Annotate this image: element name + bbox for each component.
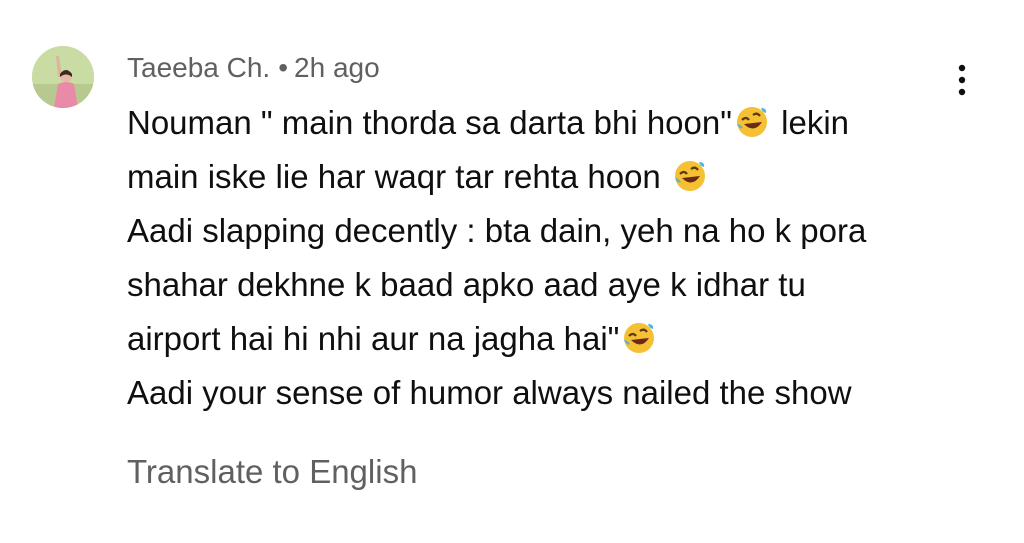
translate-button[interactable]: Translate to English <box>127 450 417 494</box>
rolling-on-the-floor-laughing-emoji <box>624 323 655 353</box>
avatar[interactable] <box>32 46 94 108</box>
comment-text: Nouman " main thorda sa darta bhi hoon" … <box>127 96 987 420</box>
comment-line-5a: airport hai hi nhi aur na jagha hai" <box>127 320 620 357</box>
comment-line-2: main iske lie har waqr tar rehta hoon <box>127 150 987 204</box>
comment-line-4: shahar dekhne k baad apko aad aye k idha… <box>127 266 806 303</box>
more-vertical-icon <box>958 64 966 96</box>
comment-line-1b: lekin <box>771 104 850 141</box>
meta-separator: • <box>278 52 289 83</box>
comment-thread: Taeeba Ch. • 2h ago Nouman " main thorda s… <box>0 0 1024 543</box>
comment-line-3: Aadi slapping decently : bta dain, yeh n… <box>127 212 867 249</box>
comment-line-1a: Nouman " main thorda sa darta bhi hoon" <box>127 104 732 141</box>
comment-line-1: Nouman " main thorda sa darta bhi hoon" … <box>127 96 987 150</box>
comment-meta: Taeeba Ch. • 2h ago <box>127 50 380 86</box>
rolling-on-the-floor-laughing-emoji <box>736 107 767 137</box>
author-name[interactable]: Taeeba Ch. <box>127 52 270 83</box>
comment-line-2a: main iske lie har waqr tar rehta hoon <box>127 158 670 195</box>
comment-line-5: airport hai hi nhi aur na jagha hai" <box>127 312 987 366</box>
rolling-on-the-floor-laughing-emoji <box>674 161 705 191</box>
more-options-button[interactable] <box>950 60 974 100</box>
comment-line-6: Aadi your sense of humor always nailed t… <box>127 374 852 411</box>
comment-timestamp[interactable]: 2h ago <box>294 52 380 83</box>
avatar-image <box>32 46 94 108</box>
